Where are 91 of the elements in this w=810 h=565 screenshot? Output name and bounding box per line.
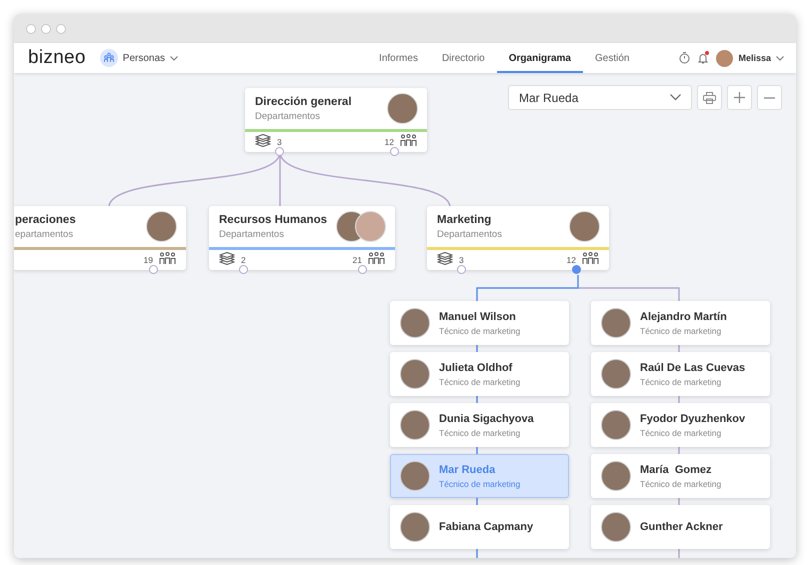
employee-name: Julieta Oldhof bbox=[439, 362, 514, 374]
subdepartment-count: 2 bbox=[241, 255, 246, 265]
zoom-in-button[interactable] bbox=[727, 85, 752, 110]
layers-icon bbox=[255, 134, 271, 147]
department-card[interactable]: Dirección general Departamentos 3 12 bbox=[245, 88, 427, 152]
employee-role: Técnico de marketing bbox=[439, 428, 522, 438]
chevron-down-icon bbox=[776, 56, 784, 60]
avatar bbox=[400, 359, 430, 389]
employee-role: Técnico de marketing bbox=[640, 376, 722, 386]
avatar bbox=[601, 410, 631, 440]
people-icon bbox=[400, 134, 417, 147]
employee-name: Alejandro Martín bbox=[640, 310, 727, 322]
department-name: peraciones bbox=[15, 214, 77, 226]
people-count: 12 bbox=[384, 137, 394, 147]
avatar bbox=[400, 410, 430, 440]
department-card[interactable]: Recursos Humanos Departamentos 2 21 bbox=[209, 206, 395, 270]
department-name: Marketing bbox=[437, 214, 492, 226]
employee-role: Técnico de marketing bbox=[439, 326, 520, 336]
employee-card[interactable]: Manuel Wilson Técnico de marketing bbox=[390, 301, 569, 345]
connector-dot[interactable] bbox=[390, 147, 399, 156]
employee-card[interactable]: Julieta Oldhof Técnico de marketing bbox=[390, 352, 569, 396]
avatar bbox=[601, 512, 631, 542]
department-card[interactable]: Marketing Departamentos 3 12 bbox=[427, 206, 609, 270]
printer-icon bbox=[703, 92, 716, 104]
nav-tab[interactable]: Organigrama bbox=[496, 43, 583, 73]
minus-icon bbox=[764, 96, 775, 98]
people-icon bbox=[582, 252, 599, 265]
timer-icon[interactable] bbox=[679, 52, 690, 64]
employee-name: Mar Rueda bbox=[439, 464, 496, 476]
employee-name: Raúl De Las Cuevas bbox=[640, 362, 746, 374]
department-name: Dirección general bbox=[255, 96, 353, 108]
connector-dot[interactable] bbox=[149, 265, 158, 274]
department-label: Departamentos bbox=[255, 110, 321, 122]
layers-icon bbox=[437, 252, 453, 265]
connector-dot[interactable] bbox=[572, 265, 581, 274]
employee-card[interactable]: Alejandro Martín Técnico de marketing bbox=[591, 301, 770, 345]
bell-icon[interactable] bbox=[698, 52, 708, 64]
avatar bbox=[601, 359, 631, 389]
avatar bbox=[400, 461, 430, 491]
employee-card[interactable]: Fyodor Dyuzhenkov Técnico de marketing bbox=[591, 403, 770, 447]
connector-dot[interactable] bbox=[358, 265, 367, 274]
employee-role: Técnico de marketing bbox=[439, 478, 520, 488]
people-count: 12 bbox=[566, 255, 576, 265]
people-icon bbox=[100, 49, 118, 67]
subdepartment-count: 3 bbox=[459, 255, 464, 265]
plus-icon bbox=[734, 92, 745, 103]
employee-card[interactable]: Raúl De Las Cuevas Técnico de marketing bbox=[591, 352, 770, 396]
department-name: Recursos Humanos bbox=[219, 214, 328, 226]
people-count: 21 bbox=[352, 255, 362, 265]
module-menu[interactable]: Personas bbox=[100, 49, 178, 67]
employee-role: Técnico de marketing bbox=[640, 326, 722, 336]
user-menu[interactable]: Melissa bbox=[716, 50, 784, 66]
employee-select[interactable]: Mar Rueda bbox=[508, 85, 692, 110]
department-label: epartamentos bbox=[15, 228, 74, 240]
chevron-down-icon bbox=[170, 56, 178, 60]
employee-card[interactable]: Dunia Sigachyova Técnico de marketing bbox=[390, 403, 569, 447]
employee-card[interactable]: Gunther Ackner bbox=[591, 505, 770, 549]
people-icon bbox=[159, 252, 176, 265]
avatar bbox=[601, 461, 631, 491]
department-label: Departamentos bbox=[437, 228, 503, 240]
employee-name: Fabiana Capmany bbox=[439, 521, 534, 533]
nav-tab[interactable]: Gestión bbox=[583, 43, 642, 73]
employee-name: Manuel Wilson bbox=[439, 310, 517, 322]
nav-tab[interactable]: Directorio bbox=[430, 43, 497, 73]
nav-tab[interactable]: Informes bbox=[367, 43, 430, 73]
layers-icon bbox=[219, 252, 235, 265]
logo: bizneo bbox=[28, 47, 86, 69]
avatar bbox=[716, 50, 734, 66]
employee-name: Dunia Sigachyova bbox=[439, 412, 534, 424]
employee-card[interactable]: María Gomez Técnico de marketing bbox=[591, 454, 770, 498]
print-button[interactable] bbox=[697, 85, 722, 110]
people-icon bbox=[368, 252, 385, 265]
avatar bbox=[601, 308, 631, 338]
employee-name: Gunther Ackner bbox=[640, 521, 723, 533]
employee-name: Fyodor Dyuzhenkov bbox=[640, 412, 746, 424]
avatar bbox=[400, 512, 430, 542]
chevron-down-icon bbox=[670, 94, 681, 101]
employee-role: Técnico de marketing bbox=[640, 428, 722, 438]
employee-name: María Gomez bbox=[640, 464, 713, 476]
employee-role: Técnico de marketing bbox=[640, 478, 722, 488]
subdepartment-count: 3 bbox=[277, 137, 282, 147]
avatar bbox=[400, 308, 430, 338]
connector-dot[interactable] bbox=[239, 265, 248, 274]
employee-role: Técnico de marketing bbox=[439, 376, 520, 386]
people-count: 19 bbox=[144, 255, 153, 265]
connector-dot[interactable] bbox=[457, 265, 466, 274]
zoom-out-button[interactable] bbox=[757, 85, 782, 110]
department-label: Departamentos bbox=[219, 228, 285, 240]
connector-dot[interactable] bbox=[275, 147, 284, 156]
department-card[interactable]: peraciones epartamentos 19 bbox=[14, 206, 186, 270]
employee-card[interactable]: Fabiana Capmany bbox=[390, 505, 569, 549]
